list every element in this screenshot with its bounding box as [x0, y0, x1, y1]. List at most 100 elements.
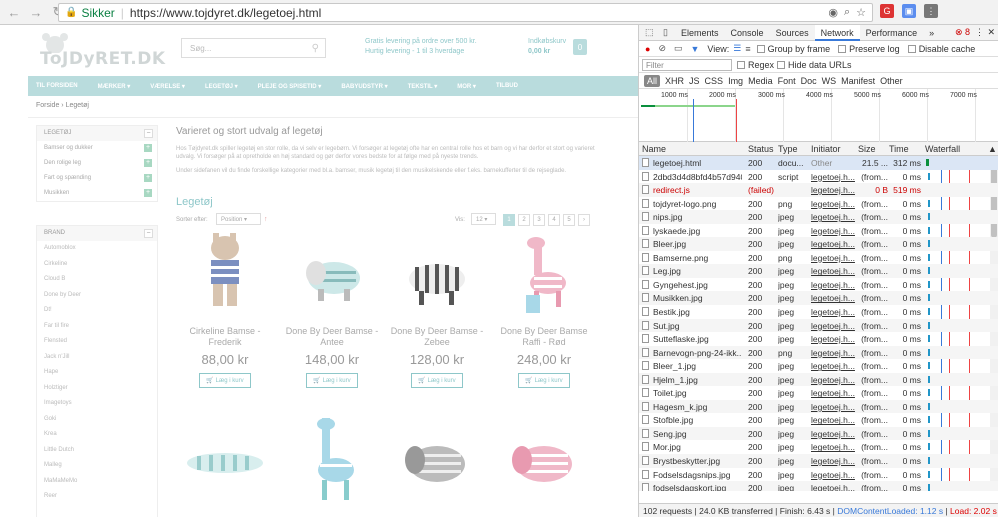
type-filter-img[interactable]: Img — [728, 76, 743, 86]
request-row[interactable]: Bestik.jpg 200 jpeg legetoej.h... (from... 0 … — [639, 305, 998, 319]
request-initiator[interactable]: legetoej.h... — [811, 361, 857, 371]
product-card[interactable] — [175, 418, 275, 506]
plus-icon[interactable]: + — [144, 159, 152, 167]
extension-icon[interactable]: G — [880, 4, 894, 18]
request-row[interactable]: Bleer_1.jpg 200 jpeg legetoej.h... (from... 0… — [639, 359, 998, 373]
column-status[interactable]: Status — [748, 144, 774, 154]
request-name[interactable]: Bleer.jpg — [642, 239, 742, 249]
request-row[interactable]: Gyngehest.jpg 200 jpeg legetoej.h... (from..… — [639, 278, 998, 292]
request-initiator[interactable]: legetoej.h... — [811, 388, 857, 398]
preserve-log-checkbox[interactable]: Preserve log — [838, 44, 900, 54]
star-icon[interactable]: ☆ — [856, 6, 866, 19]
request-row[interactable]: redirect.js (failed) legetoej.h... 0 B 519 m… — [639, 183, 998, 197]
plus-icon[interactable]: + — [144, 144, 152, 152]
request-name[interactable]: Mor.jpg — [642, 442, 742, 452]
type-filter-doc[interactable]: Doc — [801, 76, 817, 86]
breadcrumb-home[interactable]: Forside — [36, 102, 59, 109]
product-card[interactable] — [494, 418, 594, 506]
brand-item[interactable]: MaMaMeMo — [37, 474, 157, 490]
request-name[interactable]: fodselsdagskort.jpg — [642, 483, 742, 491]
sort-direction-icon[interactable]: ↑ — [264, 216, 268, 223]
request-initiator[interactable]: legetoej.h... — [811, 375, 857, 385]
product-card[interactable] — [282, 418, 382, 506]
product-image[interactable] — [397, 233, 477, 318]
request-initiator[interactable]: legetoej.h... — [811, 212, 857, 222]
type-filter-xhr[interactable]: XHR — [665, 76, 684, 86]
disable-cache-checkbox[interactable]: Disable cache — [907, 44, 975, 54]
sidebar-item[interactable]: Musikken + — [37, 186, 157, 201]
request-initiator[interactable]: legetoej.h... — [811, 483, 857, 491]
product-card[interactable]: Done By Deer Bamse - Antee 148,00 kr 🛒 L… — [282, 233, 382, 388]
request-initiator[interactable]: legetoej.h... — [811, 334, 857, 344]
menu-icon[interactable]: ⋮ — [924, 4, 938, 18]
page-button[interactable]: 4 — [548, 214, 560, 226]
camera-icon[interactable]: ◉ — [828, 6, 838, 19]
forward-icon[interactable]: → — [28, 4, 44, 20]
request-name[interactable]: Hagesm_k.jpg — [642, 401, 742, 412]
add-to-cart-button[interactable]: 🛒 Læg i kurv — [518, 373, 570, 388]
sidebar-item[interactable]: Den rolige leg + — [37, 156, 157, 171]
brand-item[interactable]: Cloud B — [37, 272, 157, 288]
request-row[interactable]: Fodselsdagsnips.jpg 200 jpeg legetoej.h... (… — [639, 468, 998, 482]
request-row[interactable]: tojdyret-logo.png 200 png legetoej.h... (fro… — [639, 197, 998, 211]
request-name[interactable]: Fodselsdagsnips.jpg — [642, 469, 742, 480]
type-filter-ws[interactable]: WS — [822, 76, 837, 86]
request-initiator[interactable]: legetoej.h... — [811, 172, 857, 182]
request-initiator[interactable]: legetoej.h... — [811, 226, 857, 236]
plus-icon[interactable]: + — [144, 189, 152, 197]
more-tabs-button[interactable]: » — [923, 25, 940, 41]
menu-item-legetoej[interactable]: LEGETØJ ▾ — [205, 83, 238, 90]
menu-item-tekstil[interactable]: TEKSTIL ▾ — [408, 83, 438, 90]
product-card[interactable]: Done By Deer Bamse Raffi - Rød 248,00 kr… — [494, 233, 594, 388]
back-icon[interactable]: ← — [6, 4, 22, 20]
list-view-icon[interactable]: ☰ — [733, 43, 741, 54]
brand-item[interactable]: Done by Deer — [37, 288, 157, 304]
request-name[interactable]: Stofble.jpg — [642, 415, 742, 425]
request-row[interactable]: Seng.jpg 200 jpeg legetoej.h... (from... 0 ms — [639, 426, 998, 441]
request-row[interactable]: Bamserne.png 200 png legetoej.h... (from... 0… — [639, 251, 998, 265]
request-name[interactable]: Leg.jpg — [642, 266, 742, 276]
record-icon[interactable]: ● — [645, 44, 650, 54]
type-filter-other[interactable]: Other — [880, 76, 903, 86]
clear-icon[interactable]: ⊘ — [658, 43, 666, 54]
request-initiator[interactable]: legetoej.h... — [811, 280, 857, 290]
request-initiator[interactable]: legetoej.h... — [811, 307, 857, 317]
add-to-cart-button[interactable]: 🛒 Læg i kurv — [411, 373, 463, 388]
menu-item-tilbud[interactable]: TILBUD — [496, 83, 518, 89]
request-name[interactable]: nips.jpg — [642, 212, 742, 222]
request-row[interactable]: Brystbeskytter.jpg 200 jpeg legetoej.h... (f… — [639, 454, 998, 468]
sidebar-item[interactable]: Bamser og dukker + — [37, 141, 157, 156]
request-initiator[interactable]: legetoej.h... — [811, 470, 857, 480]
brand-item[interactable]: Jack n'Jill — [37, 350, 157, 366]
device-toggle-icon[interactable]: ▯ — [663, 27, 675, 38]
tab-sources[interactable]: Sources — [770, 25, 815, 41]
request-row[interactable]: Mor.jpg 200 jpeg legetoej.h... (from... 0 ms — [639, 440, 998, 454]
request-initiator[interactable]: legetoej.h... — [811, 185, 857, 195]
page-button[interactable]: 3 — [533, 214, 545, 226]
request-row[interactable]: Hagesm_k.jpg 200 jpeg legetoej.h... (from...… — [639, 399, 998, 414]
tab-network[interactable]: Network — [814, 24, 860, 41]
request-row[interactable]: Hjelm_1.jpg 200 jpeg legetoej.h... (from... 0… — [639, 372, 998, 387]
brand-item[interactable]: Flensted — [37, 334, 157, 350]
product-card[interactable]: Done By Deer Bamse - Zebee 128,00 kr 🛒 L… — [387, 233, 487, 388]
search-icon[interactable]: ⚲ — [312, 43, 319, 54]
request-name[interactable]: 2dbd3d4d8bfd4b57d940... — [642, 171, 742, 182]
column-time[interactable]: Time — [889, 144, 909, 154]
product-name[interactable]: Done By Deer Bamse - Zebee — [387, 326, 487, 348]
menu-item-maerker[interactable]: MÆRKER ▾ — [98, 83, 131, 90]
request-initiator[interactable]: legetoej.h... — [811, 321, 857, 331]
product-card[interactable] — [387, 418, 487, 506]
brand-item[interactable]: Holztiger — [37, 381, 157, 397]
request-row[interactable]: Leg.jpg 200 jpeg legetoej.h... (from... 0 ms — [639, 264, 998, 278]
request-initiator[interactable]: legetoej.h... — [811, 456, 857, 466]
column-initiator[interactable]: Initiator — [811, 144, 841, 154]
product-card[interactable]: Cirkeline Bamse - Frederik 88,00 kr 🛒 Læ… — [175, 233, 275, 388]
request-name[interactable]: tojdyret-logo.png — [642, 198, 742, 209]
brand-item[interactable]: Imagetoys — [37, 396, 157, 412]
column-waterfall[interactable]: Waterfall — [925, 144, 960, 154]
brand-item[interactable]: Krea — [37, 427, 157, 443]
brand-item[interactable]: Goki — [37, 412, 157, 428]
page-button[interactable]: 1 — [503, 214, 515, 226]
filter-input[interactable]: Filter — [642, 59, 732, 71]
sort-up-icon[interactable]: ▲ — [988, 144, 997, 154]
